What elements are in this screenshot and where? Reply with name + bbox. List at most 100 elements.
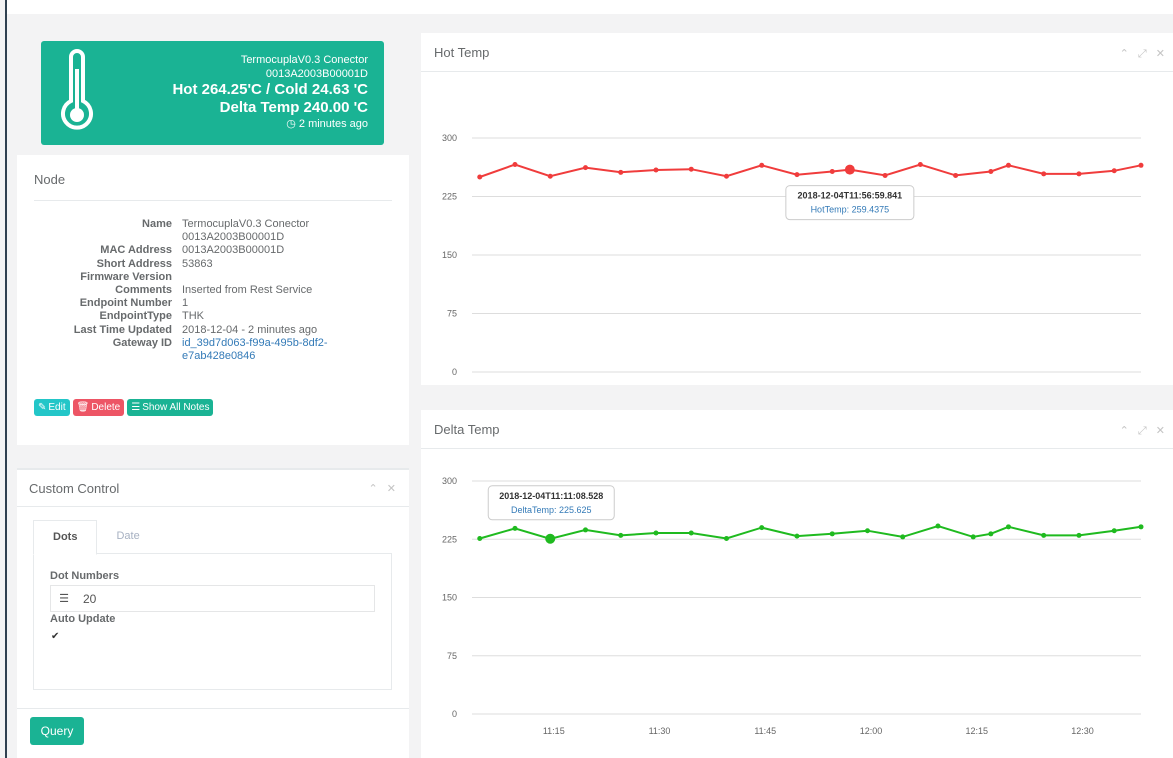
- field-mac-label: MAC Address: [100, 244, 172, 257]
- field-firmware-value: [182, 271, 342, 284]
- field-short-address-value: 53863: [182, 257, 213, 270]
- data-point[interactable]: [988, 531, 994, 537]
- data-point[interactable]: [688, 166, 694, 172]
- updated-ago: ◷ 2 minutes ago: [286, 118, 368, 130]
- tab-content-dots: Dot Numbers ☰ 20 Auto Update ✔: [33, 553, 392, 690]
- data-point[interactable]: [900, 534, 906, 540]
- custom-control-header: Custom Control ⌃ ✕: [17, 470, 409, 507]
- data-point[interactable]: [547, 173, 553, 179]
- data-point[interactable]: [1005, 162, 1011, 168]
- data-point[interactable]: [1076, 532, 1082, 538]
- data-point[interactable]: [723, 173, 729, 179]
- data-point[interactable]: [1041, 532, 1047, 538]
- custom-control-title: Custom Control: [29, 481, 120, 496]
- data-point[interactable]: [512, 162, 518, 168]
- query-button[interactable]: Query: [30, 717, 84, 745]
- show-all-notes-button[interactable]: ☰ Show All Notes: [127, 399, 214, 416]
- dot-numbers-input[interactable]: ☰ 20: [50, 585, 375, 612]
- delete-button[interactable]: 🗑 Delete: [72, 399, 125, 416]
- x-tick-label: 12:30: [1071, 726, 1094, 736]
- tab-dots[interactable]: Dots: [33, 520, 98, 555]
- data-point[interactable]: [917, 162, 923, 168]
- data-point[interactable]: [688, 530, 694, 536]
- close-icon[interactable]: ✕: [1156, 48, 1168, 60]
- data-point[interactable]: [794, 172, 800, 178]
- edit-button[interactable]: ✎ Edit: [34, 399, 70, 416]
- list-icon: ☰: [131, 402, 141, 413]
- y-tick-label: 75: [447, 651, 457, 661]
- data-point[interactable]: [723, 535, 729, 541]
- data-point[interactable]: [1041, 171, 1047, 177]
- data-point[interactable]: [970, 534, 976, 540]
- hot-temp-title: Hot Temp: [434, 45, 490, 60]
- y-tick-label: 300: [442, 476, 457, 486]
- field-endpoint-type-label: EndpointType: [99, 310, 172, 323]
- highlighted-data-point[interactable]: [545, 533, 556, 544]
- field-endpoint-number-label: Endpoint Number: [79, 297, 172, 310]
- field-gateway-label: Gateway ID: [112, 336, 172, 349]
- tab-date[interactable]: Date: [97, 520, 158, 553]
- delta-temp-panel: Delta Temp ⌃ ⤢ ✕ 0 75 150 225 300 11:15 11:30 1…: [421, 410, 1173, 758]
- data-point[interactable]: [477, 174, 483, 180]
- panel-tools: ⌃ ⤢ ✕: [1120, 47, 1168, 61]
- x-tick-label: 12:00: [860, 726, 883, 736]
- tooltip-time: 2018-12-04T11:56:59.841: [798, 191, 903, 201]
- tooltip-value: HotTemp: 259.4375: [811, 205, 890, 215]
- data-point[interactable]: [1111, 528, 1117, 534]
- data-point[interactable]: [1138, 524, 1144, 530]
- data-point[interactable]: [477, 535, 483, 541]
- x-tick-label: 12:30: [1071, 384, 1094, 385]
- close-icon[interactable]: ✕: [1156, 425, 1168, 437]
- y-tick-label: 300: [442, 133, 457, 143]
- x-tick-label: 11:45: [754, 384, 776, 385]
- data-point[interactable]: [953, 172, 959, 178]
- tooltip-time: 2018-12-04T11:11:08.528: [499, 491, 603, 501]
- data-point[interactable]: [1138, 162, 1144, 168]
- collapse-icon[interactable]: ⌃: [1120, 48, 1132, 60]
- auto-update-checkbox[interactable]: ✔: [51, 632, 61, 642]
- data-point[interactable]: [759, 162, 765, 168]
- data-point[interactable]: [582, 527, 588, 533]
- delta-temp-chart[interactable]: 0 75 150 225 300 11:15 11:30 11:45 12:00 12:15 12:…: [421, 448, 1173, 758]
- data-point[interactable]: [829, 531, 835, 537]
- x-tick-label: 11:15: [543, 384, 565, 385]
- close-icon[interactable]: ✕: [387, 483, 399, 495]
- device-status-widget: TermocuplaV0.3 Conector 0013A2003B00001D…: [41, 41, 384, 145]
- data-point[interactable]: [1111, 168, 1117, 174]
- collapse-icon[interactable]: ⌃: [369, 483, 381, 495]
- field-last-updated-value: 2018-12-04 - 2 minutes ago: [182, 323, 318, 336]
- divider: [34, 200, 392, 201]
- field-last-updated-label: Last Time Updated: [73, 323, 172, 336]
- field-comments-label: Comments: [115, 284, 172, 297]
- data-point[interactable]: [759, 525, 765, 531]
- data-point[interactable]: [618, 532, 624, 538]
- data-point[interactable]: [1076, 171, 1082, 177]
- data-point[interactable]: [988, 169, 994, 175]
- dot-numbers-label: Dot Numbers: [50, 570, 120, 582]
- data-point[interactable]: [582, 165, 588, 171]
- y-tick-label: 225: [442, 192, 457, 202]
- expand-icon[interactable]: ⤢: [1138, 48, 1150, 60]
- data-point[interactable]: [653, 530, 659, 536]
- field-name-value: TermocuplaV0.3 Conector 0013A2003B00001D: [182, 218, 310, 244]
- x-tick-label: 12:15: [965, 384, 988, 385]
- hot-temp-chart[interactable]: 0 75 150 225 300 11:15 11:30 11:45 12:00 12:15 12:…: [421, 71, 1173, 385]
- collapse-icon[interactable]: ⌃: [1120, 425, 1132, 437]
- gateway-id-link[interactable]: id_39d7d063-f99a-495b-8df2-e7ab428e0846: [182, 337, 342, 363]
- highlighted-data-point[interactable]: [844, 164, 855, 175]
- data-point[interactable]: [618, 169, 624, 175]
- thermometer-icon: [61, 49, 93, 130]
- data-point[interactable]: [1005, 524, 1011, 530]
- field-short-address-label: Short Address: [96, 257, 172, 270]
- expand-icon[interactable]: ⤢: [1138, 425, 1150, 437]
- data-point[interactable]: [935, 523, 941, 529]
- data-point[interactable]: [794, 533, 800, 539]
- data-point[interactable]: [829, 169, 835, 175]
- y-tick-label: 75: [447, 309, 457, 319]
- delta-temp-title: Delta Temp: [434, 422, 500, 437]
- panel-tools: ⌃ ✕: [369, 482, 400, 495]
- data-point[interactable]: [653, 167, 659, 173]
- data-point[interactable]: [512, 525, 518, 531]
- data-point[interactable]: [882, 172, 888, 178]
- data-point[interactable]: [864, 528, 870, 534]
